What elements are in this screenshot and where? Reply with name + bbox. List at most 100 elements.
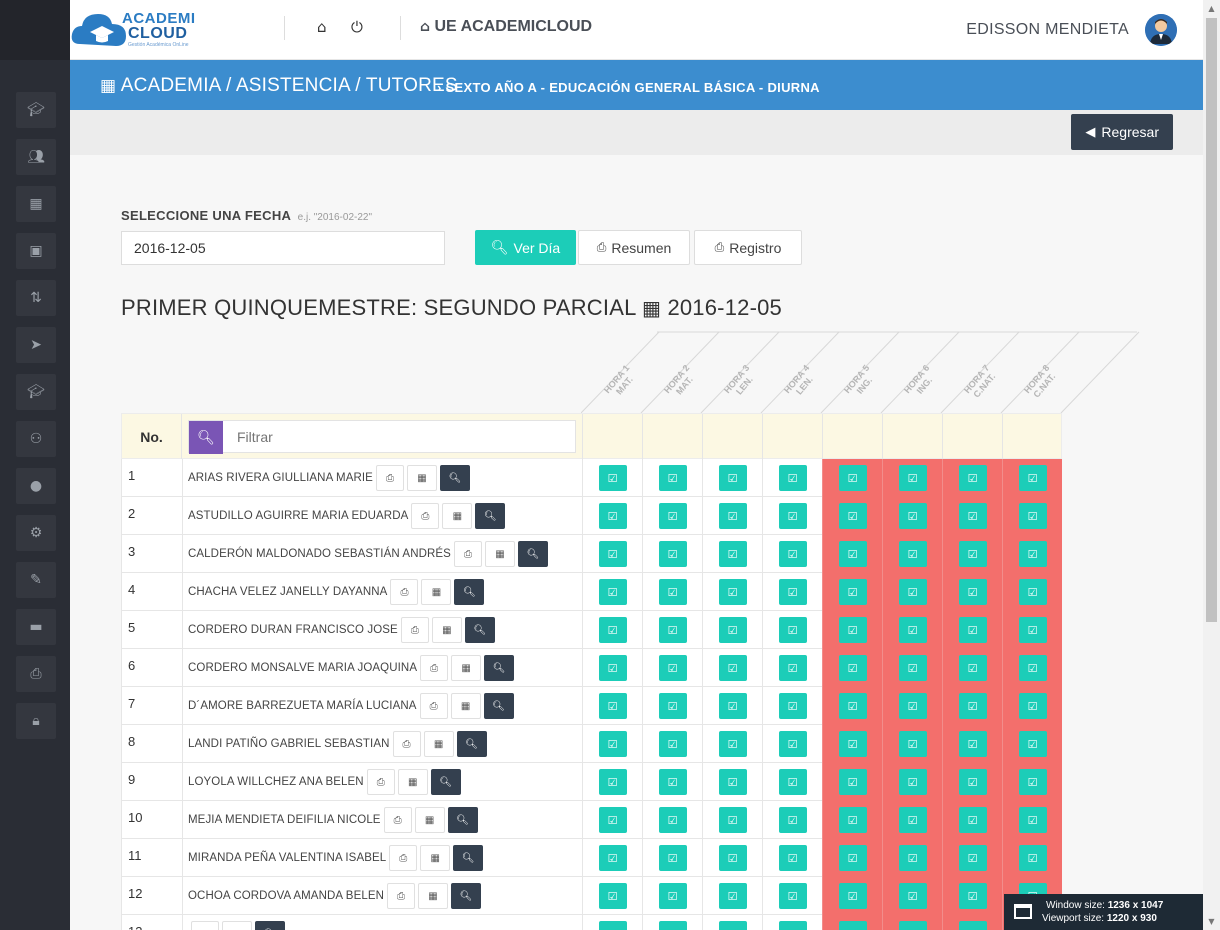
check-square-icon[interactable]: ☑ — [598, 579, 627, 605]
print-button[interactable]: ⎙ — [191, 921, 219, 930]
print-button[interactable]: ⎙ — [419, 693, 448, 719]
check-square-icon[interactable]: ☑ — [598, 541, 627, 567]
check-square-icon[interactable]: ☑ — [1018, 845, 1047, 871]
check-square-icon[interactable]: ☑ — [718, 883, 747, 909]
check-square-icon[interactable]: ☑ — [718, 503, 747, 529]
check-square-icon[interactable]: ☑ — [718, 655, 747, 681]
academicloud-logo[interactable]: ACADEMI CLOUD Gestión Académica OnLine — [70, 6, 200, 54]
check-square-icon[interactable]: ☑ — [778, 693, 807, 719]
check-square-icon[interactable]: ☑ — [958, 541, 987, 567]
check-square-icon[interactable]: ☑ — [1018, 731, 1047, 757]
check-square-icon[interactable]: ☑ — [838, 579, 867, 605]
check-square-icon[interactable]: ☑ — [958, 617, 987, 643]
sidebar-item-money[interactable]: ▣ — [16, 233, 56, 269]
check-square-icon[interactable]: ☑ — [1018, 655, 1047, 681]
search-button[interactable]: 🔍︎ — [439, 465, 470, 491]
scroll-up-arrow-icon[interactable]: ▲ — [1203, 0, 1220, 17]
calendar-button[interactable]: ▦ — [418, 883, 449, 909]
calendar-button[interactable]: ▦ — [397, 769, 428, 795]
check-square-icon[interactable]: ☑ — [958, 655, 987, 681]
check-square-icon[interactable]: ☑ — [838, 655, 867, 681]
scroll-down-arrow-icon[interactable]: ▼ — [1203, 913, 1220, 930]
summary-button[interactable]: ⎙ Resumen — [578, 230, 690, 265]
check-square-icon[interactable]: ☑ — [838, 845, 867, 871]
search-button[interactable]: 🔍︎ — [255, 921, 285, 930]
print-button[interactable]: ⎙ — [392, 731, 421, 757]
check-square-icon[interactable]: ☑ — [778, 579, 807, 605]
check-square-icon[interactable]: ☑ — [658, 731, 687, 757]
print-button[interactable]: ⎙ — [375, 465, 404, 491]
check-square-icon[interactable]: ☑ — [778, 921, 807, 930]
sidebar-item-graduation-cap[interactable]: 🎓︎ — [16, 92, 56, 128]
check-square-icon[interactable]: ☑ — [718, 769, 747, 795]
check-square-icon[interactable]: ☑ — [658, 617, 687, 643]
print-button[interactable]: ⎙ — [383, 807, 412, 833]
check-square-icon[interactable]: ☑ — [898, 883, 927, 909]
calendar-button[interactable]: ▦ — [414, 807, 445, 833]
print-button[interactable]: ⎙ — [411, 503, 440, 529]
search-button[interactable]: 🔍︎ — [483, 693, 514, 719]
check-square-icon[interactable]: ☑ — [898, 731, 927, 757]
check-square-icon[interactable]: ☑ — [1018, 769, 1047, 795]
sidebar-item-sort[interactable]: ⇅ — [16, 280, 56, 316]
check-square-icon[interactable]: ☑ — [958, 465, 987, 491]
check-square-icon[interactable]: ☑ — [778, 617, 807, 643]
check-square-icon[interactable]: ☑ — [898, 503, 927, 529]
check-square-icon[interactable]: ☑ — [898, 921, 927, 930]
check-square-icon[interactable]: ☑ — [778, 503, 807, 529]
check-square-icon[interactable]: ☑ — [838, 731, 867, 757]
check-square-icon[interactable]: ☑ — [658, 541, 687, 567]
scroll-thumb[interactable] — [1206, 18, 1217, 622]
check-square-icon[interactable]: ☑ — [898, 807, 927, 833]
check-square-icon[interactable]: ☑ — [778, 731, 807, 757]
print-button[interactable]: ⎙ — [420, 655, 449, 681]
check-square-icon[interactable]: ☑ — [958, 769, 987, 795]
check-square-icon[interactable]: ☑ — [598, 807, 627, 833]
check-square-icon[interactable]: ☑ — [718, 921, 747, 930]
check-square-icon[interactable]: ☑ — [718, 617, 747, 643]
calendar-button[interactable]: ▦ — [222, 921, 252, 930]
check-square-icon[interactable]: ☑ — [598, 465, 627, 491]
check-square-icon[interactable]: ☑ — [658, 693, 687, 719]
check-square-icon[interactable]: ☑ — [718, 541, 747, 567]
calendar-button[interactable]: ▦ — [484, 541, 515, 567]
check-square-icon[interactable]: ☑ — [598, 503, 627, 529]
calendar-button[interactable]: ▦ — [431, 617, 462, 643]
check-square-icon[interactable]: ☑ — [658, 503, 687, 529]
check-square-icon[interactable]: ☑ — [658, 465, 687, 491]
sidebar-item-car[interactable]: ▬ — [16, 609, 56, 645]
print-button[interactable]: ⎙ — [387, 883, 416, 909]
search-button[interactable]: 🔍︎ — [447, 807, 478, 833]
check-square-icon[interactable]: ☑ — [838, 617, 867, 643]
check-square-icon[interactable]: ☑ — [598, 769, 627, 795]
check-square-icon[interactable]: ☑ — [718, 693, 747, 719]
calendar-button[interactable]: ▦ — [451, 655, 482, 681]
check-square-icon[interactable]: ☑ — [598, 883, 627, 909]
check-square-icon[interactable]: ☑ — [598, 921, 627, 930]
sidebar-item-bicycle[interactable]: ⚇ — [16, 421, 56, 457]
breadcrumb-path[interactable]: ACADEMIA / ASISTENCIA / TUTORES — [121, 75, 458, 96]
search-button[interactable]: 🔍︎ — [451, 883, 482, 909]
check-square-icon[interactable]: ☑ — [958, 579, 987, 605]
check-square-icon[interactable]: ☑ — [838, 807, 867, 833]
calendar-button[interactable]: ▦ — [406, 465, 437, 491]
check-square-icon[interactable]: ☑ — [658, 655, 687, 681]
check-square-icon[interactable]: ☑ — [598, 617, 627, 643]
check-square-icon[interactable]: ☑ — [778, 541, 807, 567]
search-button[interactable]: 🔍︎ — [430, 769, 461, 795]
calendar-button[interactable]: ▦ — [420, 845, 451, 871]
sidebar-item-user[interactable]: ● — [16, 468, 56, 504]
check-square-icon[interactable]: ☑ — [1018, 617, 1047, 643]
check-square-icon[interactable]: ☑ — [598, 655, 627, 681]
check-square-icon[interactable]: ☑ — [778, 845, 807, 871]
search-button[interactable]: 🔍︎ — [517, 541, 548, 567]
check-square-icon[interactable]: ☑ — [1018, 579, 1047, 605]
calendar-button[interactable]: ▦ — [450, 693, 481, 719]
search-button[interactable]: 🔍︎ — [475, 503, 506, 529]
calendar-button[interactable]: ▦ — [442, 503, 473, 529]
check-square-icon[interactable]: ☑ — [718, 731, 747, 757]
search-button[interactable]: 🔍︎ — [454, 579, 485, 605]
check-square-icon[interactable]: ☑ — [778, 883, 807, 909]
filter-search-button[interactable]: 🔍︎ — [189, 421, 223, 454]
date-input[interactable]: 2016-12-05 — [121, 231, 445, 265]
